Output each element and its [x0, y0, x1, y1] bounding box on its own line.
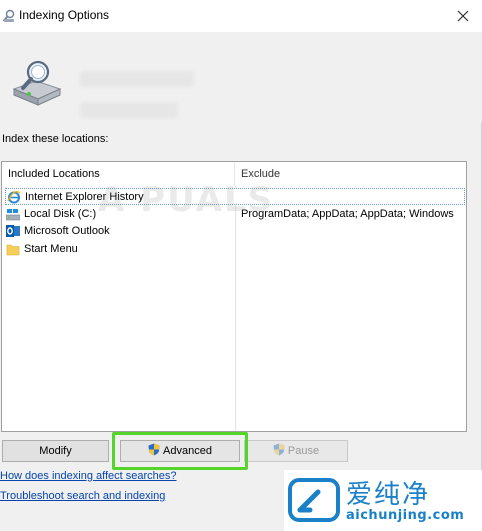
location-exclude: ProgramData; AppData; AppData; Windows	[241, 208, 454, 220]
folder-icon	[6, 244, 20, 256]
title-bar: Indexing Options	[0, 0, 482, 32]
header-area	[0, 32, 482, 122]
aichunjing-logo-icon	[288, 478, 340, 522]
list-item[interactable]: Internet Explorer History	[5, 188, 465, 205]
indexing-options-icon	[2, 9, 15, 22]
uac-shield-icon	[148, 443, 160, 456]
troubleshoot-indexing-link[interactable]: Troubleshoot search and indexing	[0, 490, 165, 502]
aichunjing-watermark-logo: 爱纯净 aichunjing.com	[284, 470, 482, 531]
indexing-options-window: Indexing Options Index these locations: …	[0, 0, 482, 531]
location-name: Start Menu	[24, 243, 78, 255]
advanced-button[interactable]: Advanced	[120, 440, 240, 462]
index-locations-label: Index these locations:	[2, 133, 109, 145]
list-item[interactable]: Start Menu	[5, 241, 465, 258]
close-icon	[457, 10, 469, 22]
locations-list[interactable]: Included Locations Exclude Internet Expl…	[1, 161, 467, 432]
list-item[interactable]: Microsoft Outlook	[5, 223, 465, 240]
list-item[interactable]: Local Disk (C:) ProgramData; AppData; Ap…	[5, 206, 465, 223]
uac-shield-icon	[273, 443, 285, 456]
pause-button[interactable]: Pause	[244, 440, 348, 462]
advanced-button-label: Advanced	[163, 445, 212, 457]
window-title: Indexing Options	[19, 8, 110, 22]
modify-button-label: Modify	[39, 445, 72, 457]
aichunjing-cn-text: 爱纯净	[346, 480, 431, 510]
blurred-status-line	[80, 102, 178, 118]
column-header-included[interactable]: Included Locations	[2, 162, 235, 186]
outlook-icon	[6, 225, 20, 237]
close-button[interactable]	[448, 2, 478, 30]
location-name: Microsoft Outlook	[24, 225, 110, 237]
blurred-status-line	[80, 71, 194, 87]
how-indexing-affects-searches-link[interactable]: How does indexing affect searches?	[0, 470, 177, 482]
local-disk-icon	[6, 209, 20, 221]
internet-explorer-icon	[7, 190, 21, 204]
aichunjing-url-text: aichunjing.com	[346, 508, 465, 523]
modify-button[interactable]: Modify	[2, 440, 109, 462]
column-header-exclude[interactable]: Exclude	[236, 162, 466, 186]
indexed-drive-icon	[12, 60, 62, 106]
location-name: Internet Explorer History	[25, 191, 144, 203]
location-name: Local Disk (C:)	[24, 208, 97, 220]
pause-button-label: Pause	[287, 445, 320, 457]
